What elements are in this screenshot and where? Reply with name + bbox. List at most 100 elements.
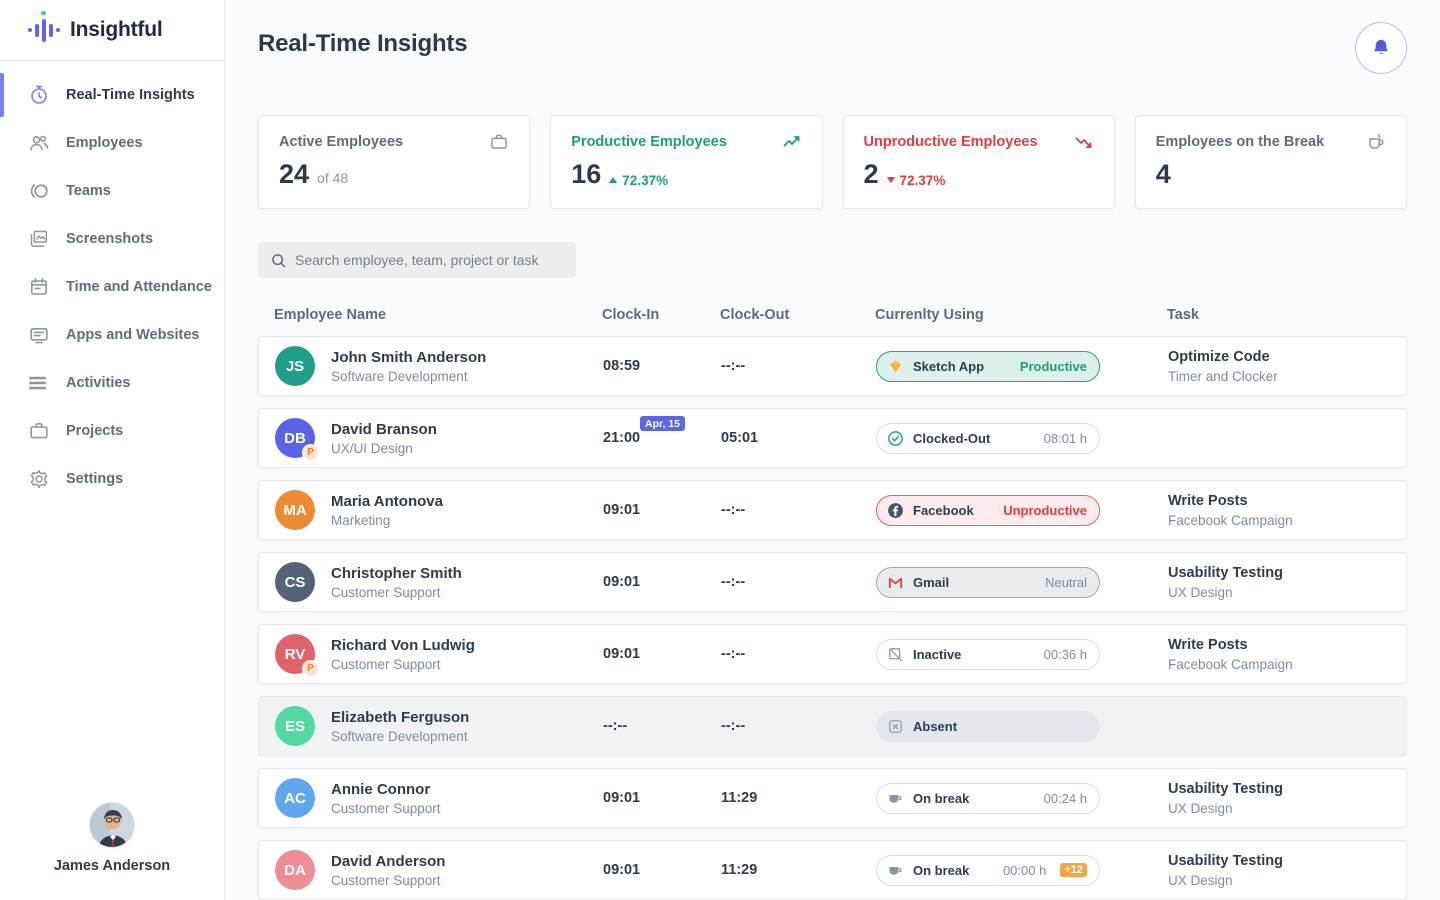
current-app-chip[interactable]: Inactive 00:36 h bbox=[876, 638, 1100, 670]
avatar-initials: JS bbox=[285, 357, 305, 375]
stat-card-active-employees[interactable]: Active Employees 24 of 48 bbox=[258, 115, 531, 209]
clock-out-time: --:-- bbox=[721, 574, 746, 590]
table-row[interactable]: JS John Smith Anderson Software Developm… bbox=[258, 336, 1407, 396]
chip-label: Facebook bbox=[913, 502, 974, 518]
table-row[interactable]: RV P Richard Von Ludwig Customer Support… bbox=[258, 624, 1407, 684]
clock-in-time: 09:01 bbox=[603, 790, 641, 806]
productivity-p-badge: P bbox=[302, 660, 319, 677]
chip-label: Inactive bbox=[913, 646, 962, 662]
search-icon bbox=[270, 252, 287, 269]
current-app-chip[interactable]: Facebook Unproductive bbox=[876, 494, 1100, 526]
clock-out-time: 11:29 bbox=[721, 790, 758, 806]
stat-card-unproductive-employees[interactable]: Unproductive Employees 2 72.37% bbox=[842, 115, 1115, 209]
sidebar-item-projects[interactable]: Projects bbox=[0, 407, 224, 455]
gear-icon bbox=[28, 468, 50, 490]
employee-name: Elizabeth Ferguson bbox=[331, 708, 470, 726]
task-subtitle: UX Design bbox=[1168, 800, 1233, 816]
employee-name: Annie Connor bbox=[331, 780, 431, 798]
avatar: MA bbox=[275, 490, 315, 530]
stat-suffix: of 48 bbox=[317, 170, 349, 186]
timer-icon bbox=[28, 84, 50, 106]
coffee-cup-icon bbox=[1366, 132, 1386, 152]
column-header-clock-in: Clock-In bbox=[602, 307, 660, 323]
coffee-mug-icon bbox=[887, 862, 904, 879]
avatar-initials: ES bbox=[284, 717, 305, 735]
main-content: Real-Time Insights Active Employees 24 o… bbox=[225, 0, 1440, 900]
productivity-p-badge: P bbox=[302, 444, 319, 461]
current-app-chip[interactable]: Sketch App Productive bbox=[876, 350, 1100, 382]
sidebar-item-employees[interactable]: Employees bbox=[0, 119, 224, 167]
column-header-clock-out: Clock-Out bbox=[720, 307, 790, 323]
employee-team: Customer Support bbox=[331, 584, 441, 600]
search-bar[interactable] bbox=[258, 242, 576, 278]
table-row[interactable]: ES Elizabeth Ferguson Software Developme… bbox=[258, 696, 1407, 756]
absent-icon bbox=[887, 718, 904, 735]
current-app-chip[interactable]: On break 00:00 h +12 bbox=[876, 854, 1100, 886]
table-row[interactable]: DA David Anderson Customer Support 09:01… bbox=[258, 840, 1407, 900]
sidebar-item-time-and-attendance[interactable]: Time and Attendance bbox=[0, 263, 224, 311]
clock-out-time: --:-- bbox=[721, 718, 746, 734]
sketch-icon bbox=[887, 358, 904, 375]
sidebar-item-teams[interactable]: Teams bbox=[0, 167, 224, 215]
clock-out-time: 05:01 bbox=[721, 430, 759, 446]
clock-out-time: 11:29 bbox=[721, 862, 758, 878]
sidebar-item-screenshots[interactable]: Screenshots bbox=[0, 215, 224, 263]
facebook-icon bbox=[887, 502, 904, 519]
task-subtitle: UX Design bbox=[1168, 584, 1233, 600]
sidebar-item-real-time-insights[interactable]: Real-Time Insights bbox=[0, 71, 224, 119]
task-subtitle: UX Design bbox=[1168, 872, 1233, 888]
chip-status: Unproductive bbox=[1003, 502, 1087, 518]
current-app-chip[interactable]: On break 00:24 h bbox=[876, 782, 1100, 814]
briefcase-icon bbox=[489, 132, 509, 152]
current-app-chip[interactable]: Absent bbox=[876, 710, 1100, 742]
stat-delta: 72.37% bbox=[886, 173, 945, 188]
page-title: Real-Time Insights bbox=[258, 30, 468, 57]
employee-team: UX/UI Design bbox=[331, 440, 413, 456]
avatar-initials: CS bbox=[284, 573, 306, 591]
stat-label: Employees on the Break bbox=[1155, 134, 1325, 150]
avatar-initials: RV bbox=[284, 645, 306, 663]
stat-cards: Active Employees 24 of 48 Productive Emp… bbox=[258, 115, 1407, 209]
trend-down-icon bbox=[1074, 132, 1094, 152]
avatar: JS bbox=[275, 346, 315, 386]
notifications-button[interactable] bbox=[1355, 22, 1407, 74]
apps-icon bbox=[28, 324, 50, 346]
coffee-mug-icon bbox=[887, 790, 904, 807]
sidebar-item-settings[interactable]: Settings bbox=[0, 455, 224, 503]
search-input[interactable] bbox=[295, 252, 564, 268]
chip-label: On break bbox=[913, 862, 970, 878]
employee-name: John Smith Anderson bbox=[331, 348, 487, 366]
stat-card-employees-on-break[interactable]: Employees on the Break 4 bbox=[1134, 115, 1407, 209]
task-title: Usability Testing bbox=[1168, 564, 1283, 581]
current-app-chip[interactable]: Clocked-Out 08:01 h bbox=[876, 422, 1100, 454]
task-subtitle: Facebook Campaign bbox=[1168, 656, 1293, 672]
current-app-chip[interactable]: Gmail Neutral bbox=[876, 566, 1100, 598]
stat-value: 16 bbox=[571, 159, 602, 189]
sidebar-profile[interactable]: James Anderson bbox=[0, 784, 224, 900]
sidebar-item-activities[interactable]: Activities bbox=[0, 359, 224, 407]
table-row[interactable]: AC Annie Connor Customer Support 09:01 1… bbox=[258, 768, 1407, 828]
employee-name: David Anderson bbox=[331, 852, 446, 870]
table-row[interactable]: CS Christopher Smith Customer Support 09… bbox=[258, 552, 1407, 612]
avatar-initials: MA bbox=[283, 501, 307, 519]
stat-label: Active Employees bbox=[279, 134, 404, 150]
task-subtitle: Facebook Campaign bbox=[1168, 512, 1293, 528]
people-icon bbox=[28, 132, 50, 154]
sidebar-item-apps-and-websites[interactable]: Apps and Websites bbox=[0, 311, 224, 359]
trend-up-icon bbox=[782, 132, 802, 152]
employee-team: Customer Support bbox=[331, 872, 441, 888]
stat-card-productive-employees[interactable]: Productive Employees 16 72.37% bbox=[550, 115, 823, 209]
chip-extra-badge: +12 bbox=[1060, 863, 1087, 877]
avatar: DA bbox=[275, 850, 315, 890]
avatar: ES bbox=[275, 706, 315, 746]
table-row[interactable]: MA Maria Antonova Marketing 09:01 --:-- … bbox=[258, 480, 1407, 540]
table-row[interactable]: DB P David Branson UX/UI Design Apr, 15 … bbox=[258, 408, 1407, 468]
triangle-down-icon bbox=[886, 177, 895, 183]
task-title: Optimize Code bbox=[1168, 348, 1270, 365]
employee-name: Christopher Smith bbox=[331, 564, 462, 582]
briefcase-icon bbox=[28, 420, 50, 442]
task-subtitle: Timer and Clocker bbox=[1168, 368, 1278, 384]
clock-in-time: 09:01 bbox=[603, 862, 641, 878]
calendar-icon bbox=[28, 276, 50, 298]
avatar-initials: DB bbox=[284, 429, 306, 447]
